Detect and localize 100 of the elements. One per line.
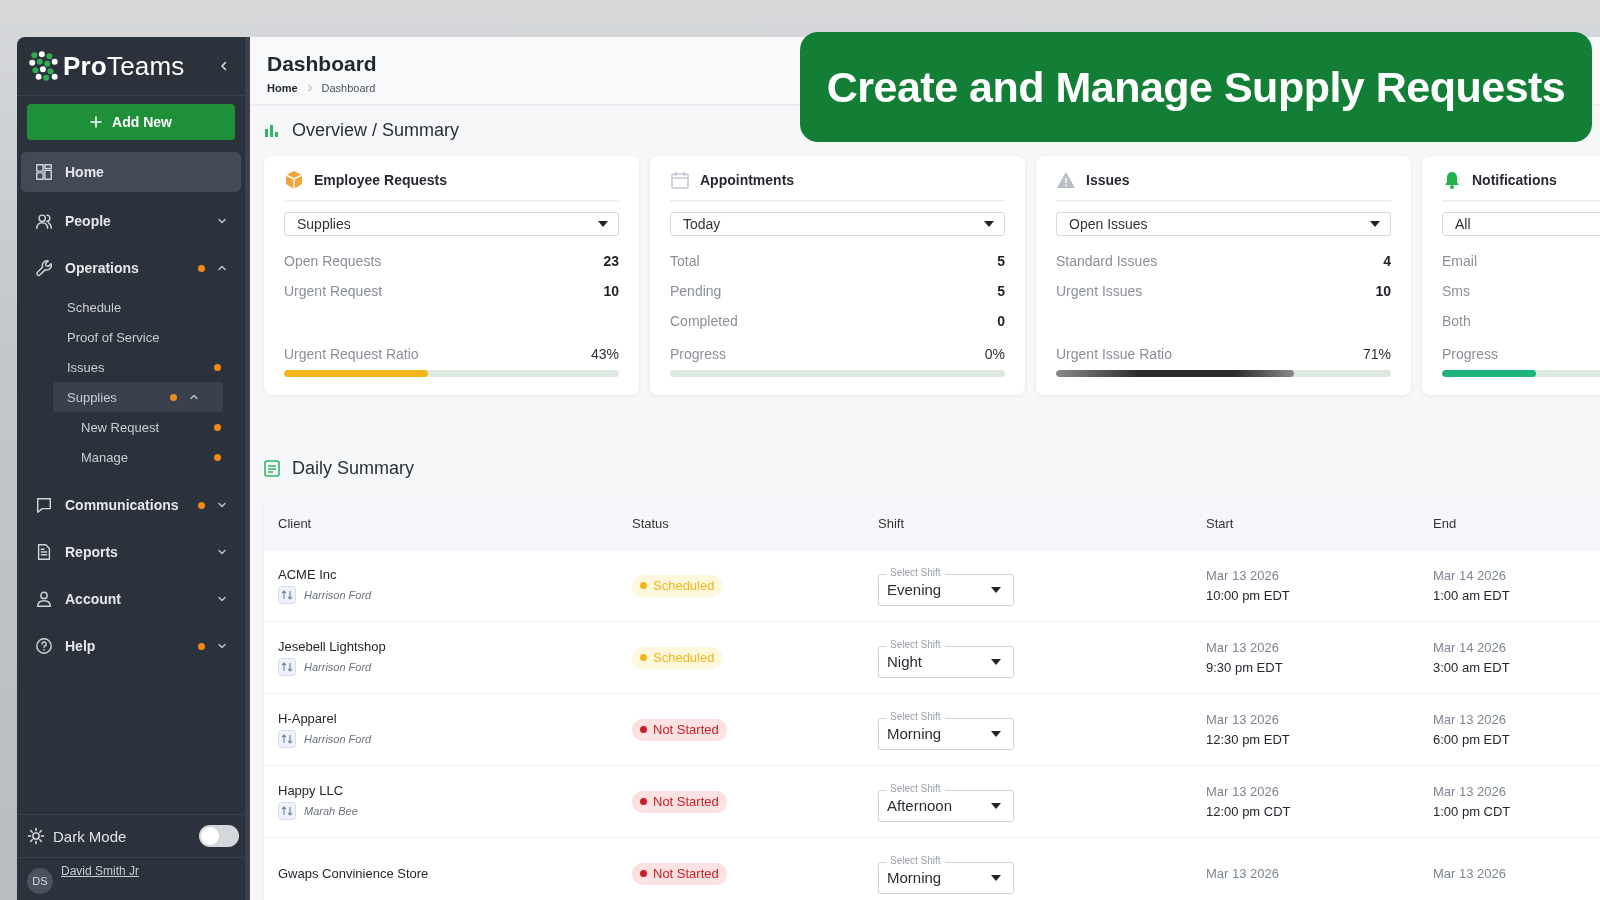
title-banner: Create and Manage Supply Requests (800, 32, 1592, 142)
breadcrumb-link[interactable]: Home (267, 82, 298, 94)
caret-down-icon (1370, 221, 1380, 227)
nav-item[interactable]: Schedule (17, 292, 245, 322)
add-new-button[interactable]: Add New (27, 104, 235, 140)
bar-chart-icon (264, 122, 280, 138)
card-title: Issues (1086, 172, 1130, 188)
nav-item[interactable]: Account (21, 576, 241, 622)
column-header: Status (632, 515, 670, 531)
filter-dropdown[interactable]: Today (670, 212, 1005, 236)
caret-down-icon (991, 658, 1001, 665)
wrench-icon (35, 259, 53, 277)
column-header: Shift (878, 515, 905, 531)
stat-label: Urgent Issues (1056, 283, 1143, 299)
sun-icon (27, 827, 45, 845)
filter-dropdown[interactable]: Open Issues (1056, 212, 1391, 236)
stat-label: Open Requests (284, 253, 382, 269)
breadcrumb-current: Dashboard (321, 82, 376, 94)
user-name-link[interactable]: David Smith Jr (61, 864, 140, 878)
nav-item[interactable]: Reports (21, 529, 241, 575)
logo-text: ProTeams (63, 50, 186, 82)
nav-item[interactable]: Communications (21, 482, 241, 528)
nav-item[interactable]: Home (21, 152, 241, 192)
swap-icon (278, 802, 296, 820)
client-name: Happy LLC (278, 783, 345, 798)
ratio-label: Urgent Request Ratio (284, 346, 419, 362)
nav-item[interactable]: New Request (17, 412, 245, 442)
dark-mode-toggle[interactable] (199, 825, 239, 847)
caret-down-icon (991, 802, 1001, 809)
stat-value: 10 (1375, 283, 1391, 299)
card-title: Appointments (700, 172, 795, 188)
stat-value: 23 (603, 253, 619, 269)
caret-down-icon (991, 730, 1001, 737)
clipboard-icon (264, 459, 280, 477)
nav-item[interactable]: Help (21, 623, 241, 669)
shift-select[interactable]: Select Shift Night (878, 637, 1014, 678)
contact-name: Harrison Ford (304, 733, 372, 745)
time-text: 1:00 pm CDT (1433, 804, 1512, 819)
filter-dropdown[interactable]: All (1442, 212, 1600, 236)
stat-label: Sms (1442, 283, 1470, 299)
ratio-label: Progress (1442, 346, 1499, 362)
time-text: 3:00 am EDT (1433, 660, 1511, 675)
shift-select[interactable]: Select Shift Morning (878, 853, 1014, 894)
calendar-icon (670, 170, 690, 190)
stat-label: Email (1442, 253, 1477, 269)
nav-item[interactable]: Supplies (53, 382, 223, 412)
date-text: Mar 13 2026 (1206, 784, 1280, 799)
date-text: Mar 14 2026 (1433, 640, 1507, 655)
time-text: 6:00 pm EDT (1433, 732, 1511, 747)
people-icon (35, 212, 53, 230)
page-title: Dashboard (267, 52, 378, 76)
time-text: 12:00 pm CDT (1206, 804, 1292, 819)
shift-select[interactable]: Select Shift Morning (878, 709, 1014, 750)
caret-down-icon (991, 586, 1001, 593)
help-icon (35, 637, 53, 655)
swap-icon (278, 730, 296, 748)
status-badge: Scheduled (632, 646, 723, 669)
ratio-label: Urgent Issue Ratio (1056, 346, 1172, 362)
ratio-value: 43% (590, 346, 619, 362)
chevron-right-icon (305, 84, 314, 92)
contact-name: Harrison Ford (304, 589, 372, 601)
person-icon (35, 590, 53, 608)
time-text: 9:30 pm EDT (1206, 660, 1284, 675)
time-text: 10:00 pm EDT (1206, 588, 1291, 603)
ratio-label: Progress (670, 346, 727, 362)
dark-mode-label: Dark Mode (53, 827, 128, 845)
shift-select[interactable]: Select Shift Afternoon (878, 781, 1014, 822)
time-text: 12:30 pm EDT (1206, 732, 1291, 747)
column-header: Client (278, 515, 313, 531)
card-title: Employee Requests (314, 172, 448, 188)
shift-select[interactable]: Select Shift Evening (878, 565, 1014, 606)
client-name: Gwaps Convinience Store (278, 866, 430, 881)
status-badge: Not Started (632, 862, 727, 885)
nav-item[interactable]: Issues (17, 352, 245, 382)
chevron-left-icon (219, 61, 229, 71)
date-text: Mar 13 2026 (1206, 866, 1280, 881)
box-icon (284, 170, 304, 190)
plus-icon (90, 116, 103, 128)
nav-item[interactable]: Operations (21, 245, 241, 291)
date-text: Mar 13 2026 (1433, 866, 1507, 881)
stat-value: 4 (1383, 253, 1391, 269)
nav-item[interactable]: Manage (17, 442, 245, 472)
client-name: H-Apparel (278, 711, 338, 726)
section-title: Overview / Summary (292, 119, 460, 141)
caret-down-icon (991, 874, 1001, 881)
document-icon (35, 543, 53, 561)
stat-value: 0 (997, 313, 1005, 329)
card-title: Notifications (1472, 172, 1557, 188)
swap-icon (278, 658, 296, 676)
nav-item[interactable]: Proof of Service (17, 322, 245, 352)
filter-dropdown[interactable]: Supplies (284, 212, 619, 236)
caret-down-icon (598, 221, 608, 227)
stat-label: Both (1442, 313, 1471, 329)
column-header: Start (1206, 515, 1235, 531)
avatar: DS (27, 868, 53, 894)
logo-icon (29, 51, 59, 81)
column-header: End (1433, 515, 1458, 531)
bell-icon (1442, 170, 1462, 190)
section-title: Daily Summary (292, 457, 415, 479)
nav-item[interactable]: People (21, 198, 241, 244)
